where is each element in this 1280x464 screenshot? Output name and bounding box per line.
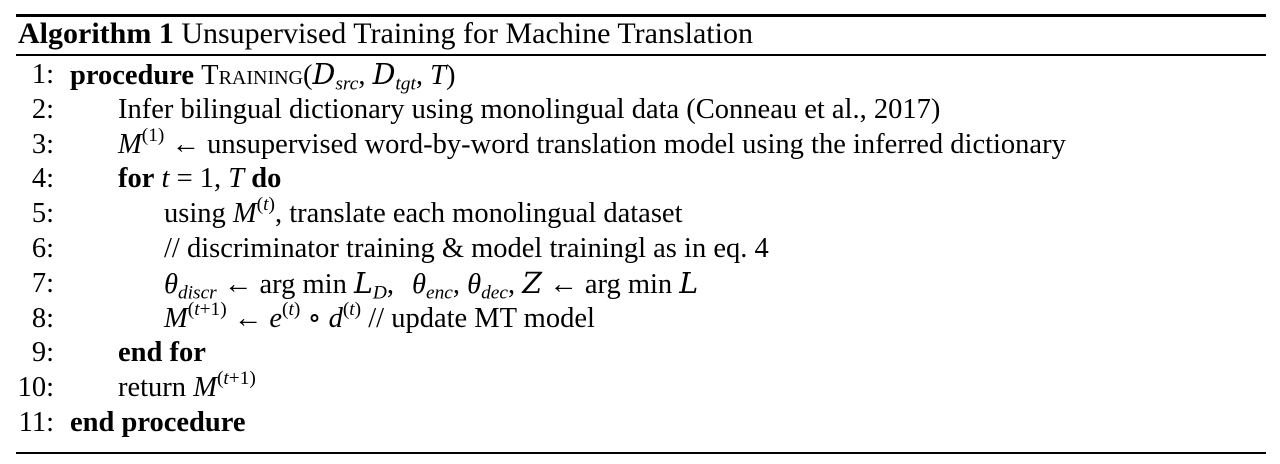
line-number: 9:: [31, 337, 54, 369]
algorithm-header: Algorithm 1 Unsupervised Training for Ma…: [18, 15, 753, 53]
procedure-name: Training: [201, 60, 303, 91]
keyword-procedure: procedure: [70, 60, 195, 91]
keyword-end-procedure: end procedure: [70, 406, 246, 438]
algorithm-line-6: 6: // discriminator training & model tra…: [0, 232, 1280, 267]
line-5-text-after: , translate each monolingual dataset: [274, 198, 683, 230]
line-number: 1:: [31, 59, 54, 90]
line-code: procedure Training(Dsrc, Dtgt, T): [70, 58, 456, 95]
algorithm-line-7: 7: θdiscr ← arg min LD, θenc, θdec, Z ← a…: [0, 266, 1280, 304]
keyword-do: do: [251, 163, 282, 195]
line-5-text-before: using: [164, 198, 226, 230]
algorithm-line-8: 8: M(t+1) ← e(t) ∘ d(t) // update MT mod…: [0, 298, 1280, 337]
algorithm-line-3: 3: M(1) ← unsupervised word-by-word tran…: [0, 124, 1280, 163]
line-number: 2:: [31, 93, 54, 125]
line-number: 8:: [31, 302, 54, 334]
line-code: using M(t), translate each monolingual d…: [164, 194, 683, 230]
line-code: Infer bilingual dictionary using monolin…: [118, 93, 941, 125]
algorithm-label: Algorithm 1: [18, 17, 174, 50]
line-code: // discriminator training & model traini…: [164, 232, 769, 264]
algorithm-line-5: 5: using M(t), translate each monolingua…: [0, 194, 1280, 232]
line-number: 5:: [31, 198, 54, 230]
keyword-return: return: [118, 372, 187, 404]
keyword-end-for: end for: [118, 337, 206, 369]
line-number: 3:: [31, 128, 54, 160]
algorithm-header-rule: [16, 54, 1266, 56]
line-code: return M(t+1): [118, 368, 256, 404]
line-code: M(1) ← unsupervised word-by-word transla…: [118, 124, 1066, 160]
algorithm-line-4: 4: for t = 1, T do: [0, 162, 1280, 197]
line-number: 6:: [31, 232, 54, 264]
algorithm-line-2: 2: Infer bilingual dictionary using mono…: [0, 93, 1280, 128]
algorithm-line-10: 10: return M(t+1): [0, 368, 1280, 406]
algorithm-line-9: 9: end for: [0, 336, 1280, 371]
algorithm-body: 1: procedure Training(Dsrc, Dtgt, T) 2: …: [0, 58, 1280, 441]
line-number: 11:: [18, 406, 54, 438]
line-number: 4:: [31, 163, 54, 195]
line-8-comment: // update MT model: [368, 302, 595, 334]
line-number: 10:: [17, 372, 54, 404]
algorithm-line-11: 11: end procedure: [0, 406, 1280, 441]
line-code: θdiscr ← arg min LD, θenc, θdec, Z ← arg …: [164, 266, 699, 304]
algorithm-bottom-rule: [16, 452, 1266, 454]
line-number: 7:: [31, 267, 54, 299]
algorithm-title: Unsupervised Training for Machine Transl…: [181, 17, 753, 50]
algorithm-line-1: 1: procedure Training(Dsrc, Dtgt, T): [0, 58, 1280, 95]
line-code: for t = 1, T do: [118, 163, 282, 195]
keyword-for: for: [118, 163, 155, 195]
line-code: M(t+1) ← e(t) ∘ d(t) // update MT model: [164, 298, 595, 334]
line-3-text: unsupervised word-by-word translation mo…: [207, 128, 1066, 160]
